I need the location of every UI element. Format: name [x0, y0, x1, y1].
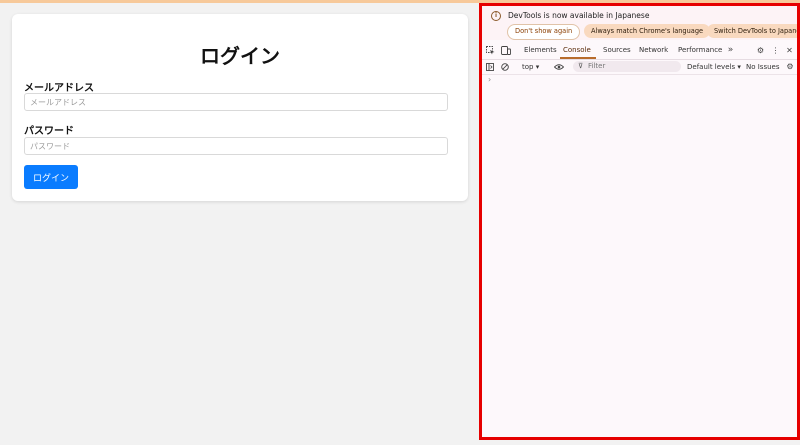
page-title: ログイン — [200, 44, 280, 68]
kebab-menu-icon[interactable]: ⋮ — [771, 46, 780, 55]
password-input[interactable] — [24, 137, 448, 155]
tab-console[interactable]: Console — [563, 46, 591, 54]
email-input[interactable] — [24, 93, 448, 111]
always-match-language-button[interactable]: Always match Chrome's language — [584, 24, 711, 38]
password-label: パスワード — [24, 126, 74, 137]
filter-placeholder: Filter — [588, 62, 606, 70]
gear-icon[interactable]: ⚙ — [756, 46, 765, 55]
console-prompt-icon[interactable]: › — [488, 75, 491, 84]
email-label: メールアドレス — [24, 83, 94, 94]
app-viewport: ログイン メールアドレス パスワード ログイン — [0, 3, 478, 445]
execution-context-select[interactable]: top ▾ — [522, 63, 539, 71]
tab-elements[interactable]: Elements — [524, 46, 557, 54]
active-tab-indicator — [560, 57, 596, 59]
console-settings-icon[interactable]: ⚙ — [786, 63, 794, 71]
log-levels-select[interactable]: Default levels ▾ — [687, 63, 741, 71]
clear-console-icon[interactable] — [501, 63, 509, 71]
device-toolbar-icon[interactable] — [501, 46, 511, 55]
login-card: ログイン メールアドレス パスワード ログイン — [12, 14, 468, 201]
more-tabs-icon[interactable]: » — [726, 46, 735, 55]
filter-input[interactable]: ⊽ Filter — [573, 61, 681, 72]
devtools-tabbar: Elements Console Sources Network Perform… — [482, 42, 797, 60]
notice-message: DevTools is now available in Japanese — [508, 11, 650, 20]
dont-show-again-button[interactable]: Don't show again — [507, 24, 581, 40]
eye-icon[interactable] — [553, 63, 565, 71]
console-toolbar: top ▾ ⊽ Filter Default levels ▾ No Issue… — [482, 60, 797, 75]
tab-sources[interactable]: Sources — [603, 46, 631, 54]
issues-counter[interactable]: No Issues — [746, 63, 780, 71]
sidebar-toggle-icon[interactable] — [486, 63, 494, 71]
devtools-panel: i DevTools is now available in Japanese … — [479, 3, 800, 440]
inspect-element-icon[interactable] — [486, 46, 495, 55]
switch-language-button[interactable]: Switch DevTools to Japanese — [707, 24, 797, 38]
tab-network[interactable]: Network — [639, 46, 668, 54]
tab-performance[interactable]: Performance — [678, 46, 722, 54]
language-notice: i DevTools is now available in Japanese … — [482, 6, 797, 40]
info-icon: i — [491, 11, 501, 21]
close-icon[interactable]: ✕ — [785, 46, 794, 55]
login-button[interactable]: ログイン — [24, 165, 78, 189]
filter-icon: ⊽ — [578, 62, 584, 70]
